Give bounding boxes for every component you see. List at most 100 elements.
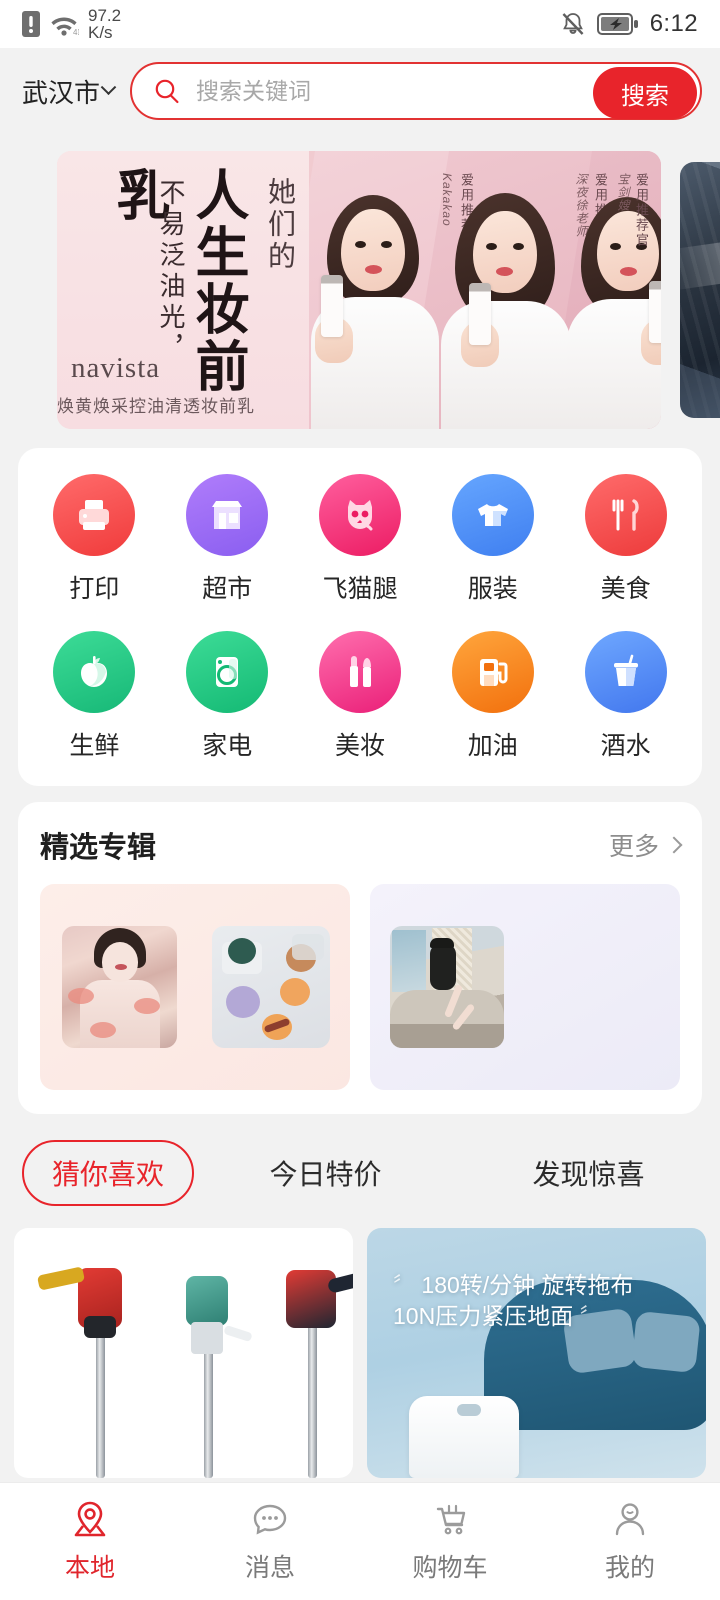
svg-text:4⁞: 4⁞: [73, 28, 79, 36]
status-bar-right: 6:12: [560, 10, 698, 38]
chevron-down-icon: [100, 78, 117, 95]
drink-cup-icon: [613, 654, 638, 686]
city-label: 武汉市: [22, 77, 101, 108]
search-bar[interactable]: 搜索: [130, 62, 702, 120]
battery-charging-icon: [596, 13, 638, 35]
network-speed-unit: K/s: [88, 23, 113, 42]
nav-item-profile[interactable]: 我的: [540, 1499, 720, 1584]
album-more-link[interactable]: 更多: [608, 827, 683, 863]
tab-guess-you-like[interactable]: 猜你喜欢: [22, 1140, 195, 1206]
category-icon-bg: [584, 474, 667, 556]
nav-item-local[interactable]: 本地: [0, 1499, 180, 1584]
pump-image-2: [166, 1228, 256, 1478]
quote-close-icon: 〞: [579, 1304, 602, 1330]
category-icon-bg: [584, 631, 667, 713]
network-speed: 97.2 K/s: [88, 5, 122, 42]
category-label: 加油: [467, 732, 518, 760]
category-label: 超市: [202, 575, 253, 603]
banner-headline-sub: 不易泛油光，: [156, 179, 185, 365]
bell-muted-icon: [562, 13, 584, 35]
fork-knife-icon: [612, 499, 639, 531]
category-item-supermarket[interactable]: 超市: [161, 474, 294, 605]
location-pin-icon: [74, 1501, 106, 1537]
album-tile-row: [40, 884, 680, 1090]
category-item-print[interactable]: 打印: [28, 474, 161, 605]
sim-warning-icon: [22, 11, 40, 37]
shopping-cart-icon: [436, 1504, 466, 1535]
printer-icon: [79, 500, 110, 530]
category-item-clothing[interactable]: 服装: [426, 474, 559, 605]
category-item-appliance[interactable]: 家电: [161, 631, 294, 762]
category-label: 服装: [467, 575, 518, 603]
category-item-beauty[interactable]: 美妆: [294, 631, 427, 762]
city-selector[interactable]: 武汉市: [22, 73, 117, 110]
category-icon-bg: [318, 631, 401, 713]
category-label: 打印: [69, 575, 120, 603]
category-icon-bg: [451, 631, 534, 713]
category-label: 家电: [202, 732, 253, 760]
category-item-fresh[interactable]: 生鲜: [28, 631, 161, 762]
category-item-feimaotui[interactable]: 飞猫腿: [294, 474, 427, 605]
cat-icon: [347, 500, 373, 531]
product-caption: 〞 180转/分钟 旋转拖布 10N压力紧压地面 〞: [393, 1270, 634, 1332]
lipstick-brush-icon: [349, 656, 371, 687]
album-thumb-cosmetics: [212, 926, 330, 1048]
category-label: 美食: [600, 575, 651, 603]
banner-carousel[interactable]: 她们的 人生妆前乳 不易泛油光， navista 焕黄焕采控油清透妆前乳 爱用推…: [0, 134, 720, 434]
category-label: 飞猫腿: [322, 575, 398, 603]
category-item-food[interactable]: 美食: [559, 474, 692, 605]
category-item-drinks[interactable]: 酒水: [559, 631, 692, 762]
recommendation-tabs: 猜你喜欢 今日特价 发现惊喜: [0, 1114, 720, 1228]
network-speed-value: 97.2: [88, 5, 122, 25]
tab-today-special[interactable]: 今日特价: [194, 1153, 457, 1193]
category-label: 酒水: [600, 732, 651, 760]
quote-open-icon: 〞: [393, 1273, 416, 1298]
album-thumb-portrait: [62, 926, 177, 1048]
banner-brand: navista: [71, 352, 161, 384]
banner-slide-cosmetics[interactable]: 她们的 人生妆前乳 不易泛油光， navista 焕黄焕采控油清透妆前乳 爱用推…: [57, 151, 661, 429]
category-row-2: 生鲜 家电 美妆 加油 酒水: [28, 631, 692, 762]
store-icon: [212, 501, 243, 529]
product-caption-line1: 180转/分钟 旋转拖布: [421, 1272, 634, 1298]
nav-label: 消息: [244, 1554, 295, 1582]
category-icon-bg: [186, 474, 269, 556]
fuel-pump-icon: [479, 659, 508, 686]
category-item-fuel[interactable]: 加油: [426, 631, 559, 762]
tab-discover-surprise[interactable]: 发现惊喜: [457, 1153, 720, 1193]
mop-button: [457, 1404, 481, 1416]
bottom-navigation: 本地 消息 购物车 我的: [0, 1482, 720, 1600]
wifi-icon: 4⁞: [51, 17, 79, 36]
nav-item-cart[interactable]: 购物车: [360, 1499, 540, 1584]
nav-label: 本地: [64, 1554, 115, 1582]
banner-sublabel-3: 宝剑嫂: [616, 173, 630, 212]
chat-bubble-icon: [253, 1504, 287, 1535]
pump-image-3: [268, 1228, 353, 1478]
category-icon-bg: [318, 474, 401, 556]
app-header: 武汉市 搜索: [0, 48, 720, 134]
banner-slide-next[interactable]: [680, 162, 720, 418]
product-caption-line2: 10N压力紧压地面: [393, 1303, 574, 1330]
category-icon-bg: [53, 474, 136, 556]
category-icon-bg: [53, 631, 136, 713]
album-more-label: 更多: [608, 833, 659, 861]
person-icon: [615, 1503, 645, 1536]
status-bar: 4⁞ 97.2 K/s 6:12: [0, 0, 720, 48]
status-bar-left: 4⁞ 97.2 K/s: [22, 5, 122, 42]
category-grid: 打印 超市 飞猫腿 服装 美食 生鲜 家电 美妆 加油 酒水: [18, 448, 702, 786]
album-tile-beauty[interactable]: [40, 884, 350, 1090]
banner-tagline: 焕黄焕采控油清透妆前乳: [57, 397, 255, 416]
washing-machine-icon: [216, 657, 239, 687]
category-icon-bg: [451, 474, 534, 556]
album-tile-fashion[interactable]: [370, 884, 680, 1090]
category-label: 生鲜: [69, 732, 120, 760]
nav-item-messages[interactable]: 消息: [180, 1499, 360, 1584]
category-row-1: 打印 超市 飞猫腿 服装 美食: [28, 474, 692, 605]
search-button[interactable]: 搜索: [593, 67, 697, 119]
category-icon-bg: [186, 631, 269, 713]
nav-label: 购物车: [412, 1554, 488, 1582]
search-icon: [155, 79, 179, 104]
product-grid: 〞 180转/分钟 旋转拖布 10N压力紧压地面 〞: [0, 1228, 720, 1478]
product-card-mop[interactable]: 〞 180转/分钟 旋转拖布 10N压力紧压地面 〞: [367, 1228, 706, 1478]
product-card-pump[interactable]: [14, 1228, 353, 1478]
nav-label: 我的: [604, 1554, 655, 1582]
